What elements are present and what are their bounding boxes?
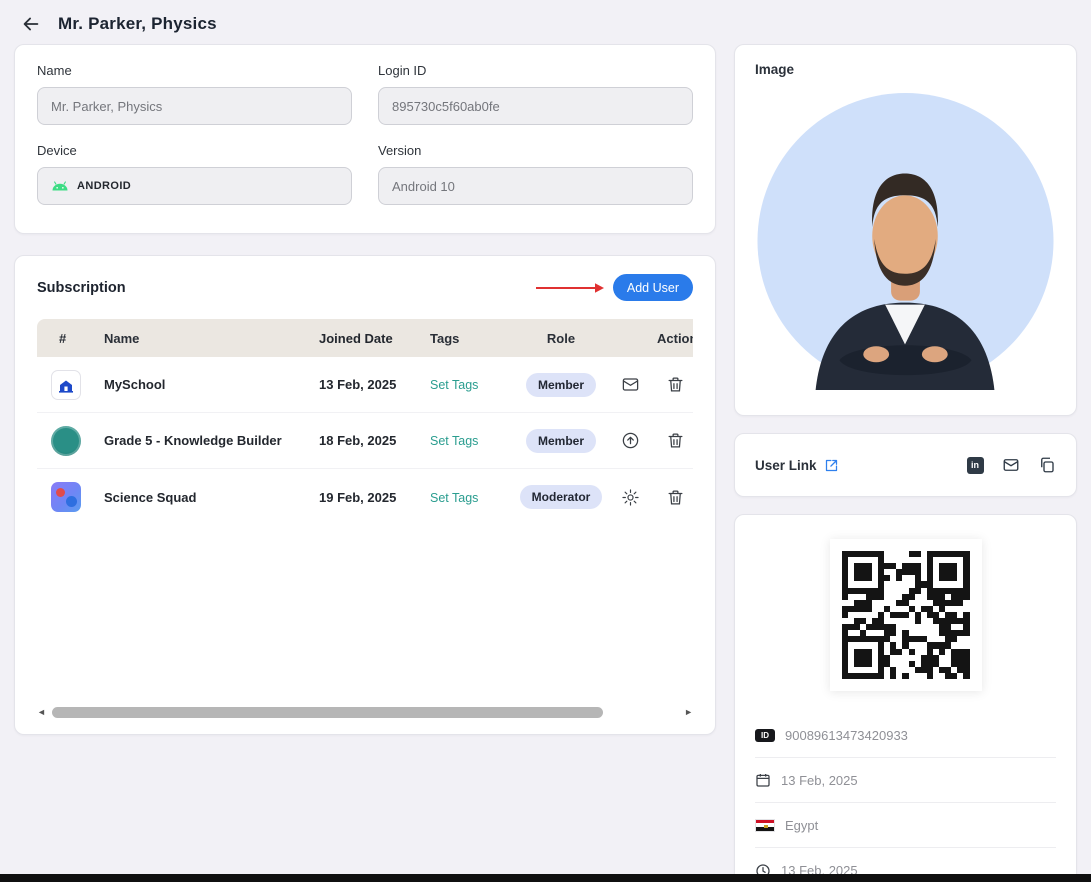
name-field: Name <box>37 63 352 125</box>
country-row: Egypt <box>755 803 1056 848</box>
content: Name Login ID Device <box>0 44 1091 882</box>
copy-icon[interactable] <box>1038 456 1056 474</box>
image-label: Image <box>755 62 795 77</box>
set-tags-link[interactable]: Set Tags <box>430 491 478 505</box>
subscription-title: Subscription <box>37 279 126 296</box>
joined-date: 13 Feb, 2025 <box>319 377 397 392</box>
red-arrow-annotation <box>535 282 604 293</box>
device-value: ANDROID <box>77 180 132 192</box>
subscription-table: # Name Joined Date Tags Role Action <box>37 319 693 525</box>
trash-icon[interactable] <box>666 431 685 450</box>
user-link-card: User Link in <box>734 433 1077 497</box>
linkedin-icon[interactable]: in <box>966 456 984 474</box>
col-tags: Tags <box>430 330 460 346</box>
login-id-field: Login ID <box>378 63 693 125</box>
table-row: MySchool 13 Feb, 2025 Set Tags Member <box>37 357 693 413</box>
add-user-button[interactable]: Add User <box>612 274 693 301</box>
trash-icon[interactable] <box>666 488 685 507</box>
page: Mr. Parker, Physics Name Login ID Device <box>0 0 1091 882</box>
role-badge: Member <box>525 428 596 453</box>
bottom-bar <box>0 874 1091 882</box>
col-action: Action <box>657 330 693 346</box>
joined-date: 18 Feb, 2025 <box>319 433 397 448</box>
login-id-label: Login ID <box>378 63 427 78</box>
android-icon <box>52 181 68 191</box>
joined-date: 19 Feb, 2025 <box>319 489 397 505</box>
arrow-left-icon <box>23 17 39 31</box>
user-id-row: ID 90089613473420933 <box>755 713 1056 758</box>
school-logo-icon <box>51 369 81 400</box>
name-label: Name <box>37 63 72 78</box>
name-input[interactable] <box>37 87 352 125</box>
joined-date-row: 13 Feb, 2025 <box>755 758 1056 803</box>
scroll-left-arrow[interactable]: ◄ <box>37 708 46 717</box>
version-input[interactable] <box>378 167 693 205</box>
table-header-row: # Name Joined Date Tags Role Action <box>37 319 693 357</box>
user-id-value: 90089613473420933 <box>785 727 908 743</box>
group-avatar-icon <box>51 482 81 512</box>
col-role: Role <box>546 330 576 346</box>
scroll-right-arrow[interactable]: ► <box>684 708 693 717</box>
email-icon[interactable] <box>1002 456 1020 474</box>
image-card: Image <box>734 44 1077 416</box>
user-link-label: User Link <box>755 457 817 473</box>
group-avatar-icon <box>51 425 81 456</box>
scrollbar-thumb[interactable] <box>51 707 603 718</box>
user-info-card: ID 90089613473420933 13 Feb, 2025 Egypt <box>734 514 1077 882</box>
top-bar: Mr. Parker, Physics <box>0 0 1091 44</box>
trash-icon[interactable] <box>666 375 685 394</box>
qr-code <box>841 551 970 679</box>
id-badge-icon: ID <box>755 728 775 742</box>
table-row: Science Squad 19 Feb, 2025 Set Tags Mode… <box>37 469 693 525</box>
subscription-card: Subscription Add User # Name Joined Date… <box>14 255 716 735</box>
device-label: Device <box>37 143 77 158</box>
profile-details-card: Name Login ID Device <box>14 44 716 234</box>
version-field: Version <box>378 143 693 205</box>
version-label: Version <box>378 143 422 158</box>
role-badge: Member <box>525 372 596 397</box>
device-value-box[interactable]: ANDROID <box>37 167 352 205</box>
country-value: Egypt <box>785 817 819 833</box>
subscription-name: MySchool <box>104 377 166 392</box>
arrow-up-circle-icon[interactable] <box>621 431 640 450</box>
set-tags-link[interactable]: Set Tags <box>430 378 478 392</box>
set-tags-link[interactable]: Set Tags <box>430 434 478 448</box>
subscription-name: Grade 5 - Knowledge Builder <box>104 433 282 448</box>
gear-icon[interactable] <box>621 488 640 507</box>
back-button[interactable] <box>18 11 44 37</box>
external-link-icon[interactable] <box>824 458 839 473</box>
horizontal-scrollbar: ◄ ► <box>37 701 693 722</box>
role-badge: Moderator <box>519 485 603 509</box>
login-id-input[interactable] <box>378 87 693 125</box>
col-hash: # <box>59 330 67 346</box>
qr-code-frame <box>829 539 982 691</box>
envelope-icon[interactable] <box>621 375 640 394</box>
calendar-icon <box>755 772 771 788</box>
scrollbar-track[interactable] <box>51 707 678 718</box>
table-row: Grade 5 - Knowledge Builder 18 Feb, 2025… <box>37 413 693 469</box>
joined-date-value: 13 Feb, 2025 <box>781 772 858 788</box>
device-field: Device ANDROID <box>37 143 352 205</box>
egypt-flag-icon <box>755 818 775 832</box>
col-name: Name <box>104 330 140 346</box>
subscription-name: Science Squad <box>104 489 197 505</box>
page-title: Mr. Parker, Physics <box>58 14 217 33</box>
avatar-image <box>757 92 1054 391</box>
col-joined-date: Joined Date <box>319 330 393 346</box>
